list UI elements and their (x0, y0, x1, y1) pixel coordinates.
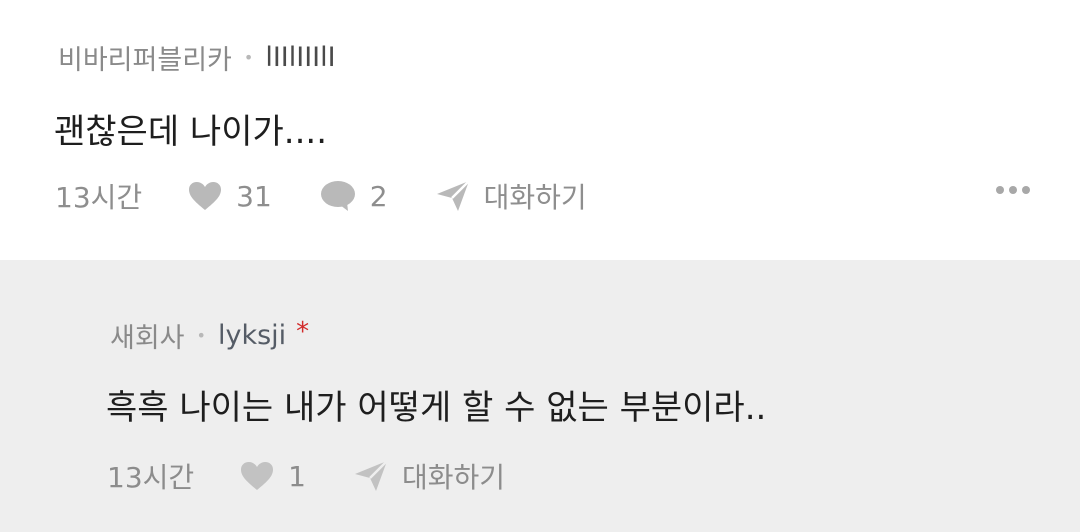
separator-dot: • (196, 326, 206, 345)
reply-actions: 13시간 1 대화하기 (107, 456, 553, 496)
heart-icon (241, 462, 274, 490)
timestamp: 13시간 (55, 181, 143, 214)
chat-label: 대화하기 (401, 461, 506, 494)
company-name[interactable]: 비바리퍼블리카 (58, 38, 232, 77)
reply-comment: 새회사 • lyksji * 흑흑 나이는 내가 어떻게 할 수 없는 부분이라… (0, 260, 1080, 532)
like-count: 31 (236, 179, 272, 213)
more-options-icon[interactable] (996, 186, 1030, 194)
reply-meta: 새회사 • lyksji * (110, 316, 309, 355)
dot (996, 186, 1004, 194)
comment-actions: 13시간 31 2 대화하기 (55, 176, 635, 216)
like-button[interactable]: 31 (188, 180, 272, 213)
chat-button[interactable]: 대화하기 (436, 176, 587, 216)
dot (1022, 186, 1030, 194)
speech-bubble-icon (320, 181, 355, 211)
paper-plane-icon (354, 460, 388, 491)
heart-icon (189, 182, 222, 210)
company-name[interactable]: 새회사 (110, 316, 185, 355)
reply-text: 흑흑 나이는 내가 어떻게 할 수 없는 부분이라.. (106, 388, 767, 428)
reply-button[interactable]: 2 (320, 180, 388, 213)
nickname[interactable]: lIIlIIIlI (265, 42, 335, 73)
like-button[interactable]: 1 (240, 460, 306, 493)
nickname[interactable]: lyksji (218, 320, 286, 351)
comment-meta: 비바리퍼블리카 • lIIlIIIlI (58, 38, 336, 77)
chat-button[interactable]: 대화하기 (354, 456, 505, 496)
comment-text: 괜찮은데 나이가.... (54, 112, 327, 152)
separator-dot: • (243, 48, 254, 67)
like-count: 1 (288, 459, 306, 493)
reply-count: 2 (369, 179, 388, 213)
author-mark: * (296, 316, 310, 347)
dot (1009, 186, 1017, 194)
comment: 비바리퍼블리카 • lIIlIIIlI 괜찮은데 나이가.... 13시간 31… (0, 0, 1080, 260)
paper-plane-icon (436, 180, 470, 211)
chat-label: 대화하기 (483, 181, 587, 214)
timestamp: 13시간 (107, 461, 195, 494)
